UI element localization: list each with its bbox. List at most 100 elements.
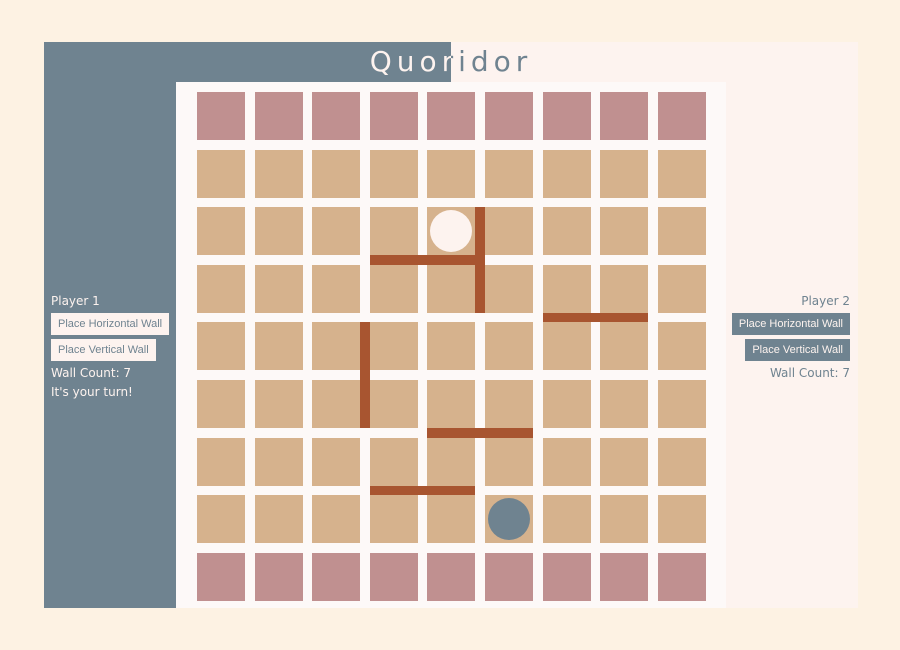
board-cell[interactable]: [197, 552, 245, 601]
board-cell[interactable]: [657, 495, 706, 544]
board-cell[interactable]: [254, 322, 303, 371]
board-cell[interactable]: [542, 437, 591, 486]
board-cell[interactable]: [485, 552, 533, 601]
horizontal-wall: [427, 428, 533, 438]
horizontal-wall: [369, 255, 476, 265]
board-cell[interactable]: [657, 322, 706, 371]
board-cell[interactable]: [542, 92, 591, 140]
board-cell[interactable]: [312, 437, 361, 486]
board-cell[interactable]: [369, 264, 418, 313]
board-cell[interactable]: [197, 380, 245, 428]
board-cell[interactable]: [485, 437, 533, 486]
board-cell[interactable]: [427, 380, 476, 428]
board-cell[interactable]: [485, 149, 533, 198]
board-cell[interactable]: [197, 437, 245, 486]
board-cell[interactable]: [485, 92, 533, 140]
board-cell[interactable]: [369, 149, 418, 198]
player-2-place-horizontal-wall-button[interactable]: Place Horizontal Wall: [731, 313, 850, 335]
board-cell[interactable]: [197, 92, 245, 140]
board-cell[interactable]: [600, 264, 649, 313]
board-cell[interactable]: [254, 437, 303, 486]
board-cell[interactable]: [369, 380, 418, 428]
horizontal-wall: [542, 312, 649, 323]
board-cell[interactable]: [657, 92, 706, 140]
board-cell[interactable]: [600, 437, 649, 486]
board-cell[interactable]: [369, 207, 418, 256]
board-cell[interactable]: [542, 552, 591, 601]
board-cell[interactable]: [485, 380, 533, 428]
board-cell[interactable]: [427, 495, 476, 544]
vertical-wall: [475, 207, 485, 313]
board-cell[interactable]: [197, 207, 245, 256]
board-cell[interactable]: [369, 92, 418, 140]
player-2-place-vertical-wall-button[interactable]: Place Vertical Wall: [745, 339, 850, 361]
board-cell[interactable]: [542, 207, 591, 256]
board-cell[interactable]: [485, 207, 533, 256]
board-cell[interactable]: [369, 322, 418, 371]
board-cell[interactable]: [254, 552, 303, 601]
board-cell[interactable]: [254, 264, 303, 313]
board-cell[interactable]: [657, 149, 706, 198]
board-cell[interactable]: [369, 495, 418, 544]
board-cell[interactable]: [485, 322, 533, 371]
board-cell[interactable]: [542, 322, 591, 371]
pawn-player-1-dark[interactable]: [488, 498, 530, 541]
board-cell[interactable]: [657, 207, 706, 256]
board-cell[interactable]: [312, 149, 361, 198]
game-title: Quoridor: [44, 42, 858, 82]
player-1-wall-count: Wall Count: 7: [51, 366, 132, 380]
player-2-wall-count: Wall Count: 7: [769, 366, 850, 380]
game-board[interactable]: [176, 82, 726, 608]
board-cell[interactable]: [197, 495, 245, 544]
player-1-turn-message: It's your turn!: [51, 385, 133, 399]
board-cell[interactable]: [254, 380, 303, 428]
board-cell[interactable]: [485, 264, 533, 313]
board-cell[interactable]: [197, 149, 245, 198]
player-1-panel: Player 1 Place Horizontal Wall Place Ver…: [51, 294, 170, 399]
board-cell[interactable]: [600, 552, 649, 601]
board-cell[interactable]: [600, 207, 649, 256]
board-cell[interactable]: [312, 92, 361, 140]
board-cell[interactable]: [197, 322, 245, 371]
board-cell[interactable]: [600, 149, 649, 198]
board-cell[interactable]: [600, 380, 649, 428]
board-cell[interactable]: [312, 495, 361, 544]
board-cell[interactable]: [657, 552, 706, 601]
player-1-place-horizontal-wall-button[interactable]: Place Horizontal Wall: [51, 313, 170, 335]
board-cell[interactable]: [542, 149, 591, 198]
player-1-name: Player 1: [51, 294, 100, 308]
board-cell[interactable]: [542, 264, 591, 313]
board-cell[interactable]: [254, 495, 303, 544]
board-cell[interactable]: [542, 495, 591, 544]
board-cell[interactable]: [542, 380, 591, 428]
game-window: Quoridor Player 1 Place Horizontal Wall …: [44, 42, 858, 608]
board-cell[interactable]: [427, 437, 476, 486]
board-cell[interactable]: [369, 552, 418, 601]
board-cell[interactable]: [427, 552, 476, 601]
board-cell[interactable]: [427, 322, 476, 371]
board-cell[interactable]: [197, 264, 245, 313]
board-cell[interactable]: [254, 92, 303, 140]
board-cell[interactable]: [427, 92, 476, 140]
board-cell[interactable]: [427, 149, 476, 198]
player-2-name: Player 2: [801, 294, 850, 308]
board-cell[interactable]: [600, 92, 649, 140]
board-cell[interactable]: [369, 437, 418, 486]
board-cell[interactable]: [312, 380, 361, 428]
board-cell[interactable]: [657, 380, 706, 428]
board-cell[interactable]: [254, 207, 303, 256]
board-cell[interactable]: [427, 264, 476, 313]
board-cell[interactable]: [312, 207, 361, 256]
board-cell[interactable]: [312, 322, 361, 371]
board-cell[interactable]: [312, 264, 361, 313]
vertical-wall: [360, 322, 370, 428]
board-cell[interactable]: [254, 149, 303, 198]
board-cell[interactable]: [657, 264, 706, 313]
board-cell[interactable]: [312, 552, 361, 601]
board-cell[interactable]: [657, 437, 706, 486]
player-1-place-vertical-wall-button[interactable]: Place Vertical Wall: [51, 339, 156, 361]
board-cell[interactable]: [600, 322, 649, 371]
horizontal-wall: [369, 485, 476, 496]
player-2-panel: Player 2 Place Horizontal Wall Place Ver…: [731, 294, 850, 380]
board-cell[interactable]: [600, 495, 649, 544]
